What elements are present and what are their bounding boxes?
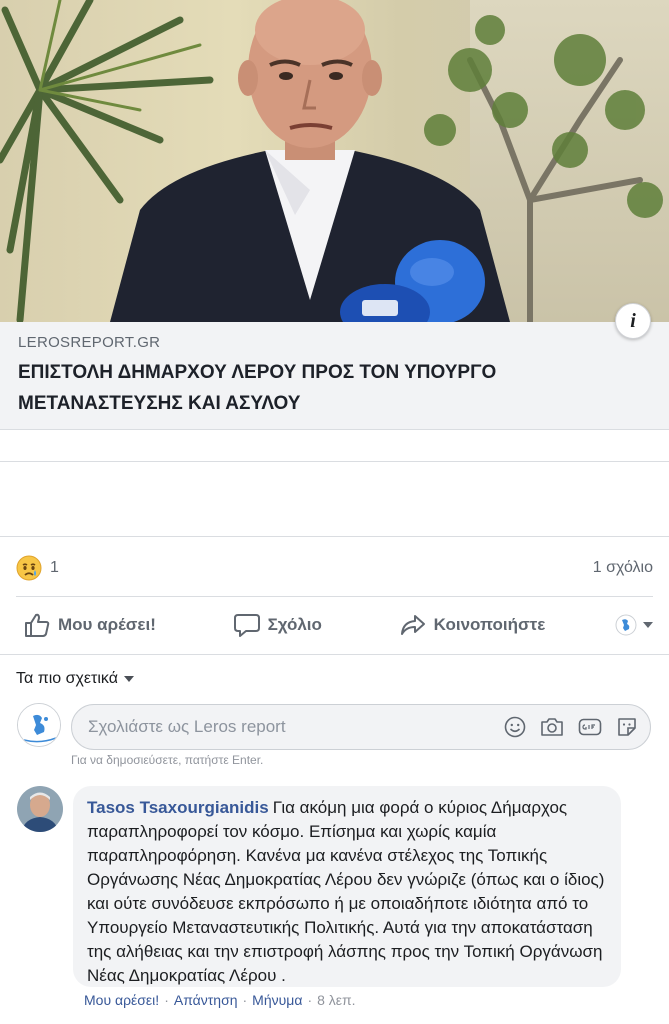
share-button[interactable]: Κοινοποιήστε bbox=[392, 613, 554, 637]
share-label: Κοινοποιήστε bbox=[433, 615, 546, 634]
camera-icon[interactable] bbox=[540, 716, 564, 738]
dot-separator: · bbox=[307, 992, 313, 1008]
sort-label: Τα πιο σχετικά bbox=[16, 670, 118, 687]
comment-message-link[interactable]: Μήνυμα bbox=[252, 992, 302, 1008]
comment-author-avatar[interactable] bbox=[17, 786, 63, 832]
chevron-down-icon bbox=[642, 622, 653, 628]
user-photo bbox=[17, 786, 63, 832]
composer-avatar bbox=[17, 703, 61, 747]
reactions-summary: 1 1 σχόλιο bbox=[16, 551, 653, 585]
comment-bubble: Tasos Tsaxourgianidis Για ακόμη μια φορά … bbox=[73, 786, 621, 987]
comment-actions: Μου αρέσει! · Απάντηση · Μήνυμα · 8 λεπ. bbox=[84, 992, 356, 1008]
link-domain: LEROSREPORT.GR bbox=[18, 334, 161, 351]
comment-button[interactable]: Σχόλιο bbox=[226, 613, 330, 637]
info-icon: i bbox=[630, 309, 636, 332]
dot-separator: · bbox=[164, 992, 169, 1008]
comment-icon bbox=[233, 614, 260, 637]
divider bbox=[16, 596, 653, 597]
gif-icon[interactable] bbox=[578, 716, 602, 738]
composer-tools bbox=[504, 716, 638, 738]
page-avatar-icon bbox=[615, 614, 637, 636]
comment-sort-dropdown[interactable]: Τα πιο σχετικά bbox=[16, 670, 134, 688]
comment-like-link[interactable]: Μου αρέσει! bbox=[84, 992, 159, 1008]
link-preview-meta[interactable]: LEROSREPORT.GR ΕΠΙΣΤΟΛΗ ΔΗΜΑΡΧΟΥ ΛΕΡΟΥ Π… bbox=[0, 322, 669, 430]
comments-count-link[interactable]: 1 σχόλιο bbox=[593, 559, 653, 577]
reaction-group[interactable]: 1 bbox=[16, 555, 59, 581]
link-title[interactable]: ΕΠΙΣΤΟΛΗ ΔΗΜΑΡΧΟΥ ΛΕΡΟΥ ΠΡΟΣ ΤΟΝ ΥΠΟΥΡΓΟ… bbox=[18, 357, 651, 419]
link-preview-image[interactable] bbox=[0, 0, 669, 322]
emoji-icon[interactable] bbox=[504, 716, 526, 738]
caret-down-icon bbox=[123, 676, 134, 682]
info-button[interactable]: i bbox=[615, 303, 651, 339]
like-label: Μου αρέσει! bbox=[58, 615, 156, 634]
share-icon bbox=[400, 615, 425, 635]
post-spacer bbox=[0, 461, 669, 537]
page-identity-selector[interactable] bbox=[615, 614, 653, 636]
comment-author-name[interactable]: Tasos Tsaxourgianidis bbox=[87, 798, 269, 817]
post-actions: Μου αρέσει! Σχόλιο Κοινοποιήστε bbox=[16, 600, 653, 650]
divider bbox=[0, 654, 669, 655]
like-button[interactable]: Μου αρέσει! bbox=[16, 613, 164, 637]
comment-text: Για ακόμη μια φορά ο κύριος Δήμαρχος παρ… bbox=[87, 798, 605, 985]
interviewee-photo bbox=[110, 0, 510, 322]
comment-label: Σχόλιο bbox=[267, 615, 322, 634]
comment-input-placeholder: Σχολιάστε ως Leros report bbox=[88, 717, 286, 736]
comment-reply-link[interactable]: Απάντηση bbox=[174, 992, 238, 1008]
comment-timestamp[interactable]: 8 λεπ. bbox=[317, 992, 355, 1008]
leros-report-logo bbox=[18, 704, 60, 746]
sticker-icon[interactable] bbox=[616, 716, 638, 738]
comment-input[interactable]: Σχολιάστε ως Leros report bbox=[71, 704, 651, 750]
reaction-count: 1 bbox=[50, 559, 59, 576]
composer-hint: Για να δημοσιεύσετε, πατήστε Enter. bbox=[71, 753, 264, 767]
thumbs-up-icon bbox=[25, 613, 50, 637]
dot-separator: · bbox=[242, 992, 248, 1008]
sad-reaction-icon bbox=[16, 555, 42, 581]
